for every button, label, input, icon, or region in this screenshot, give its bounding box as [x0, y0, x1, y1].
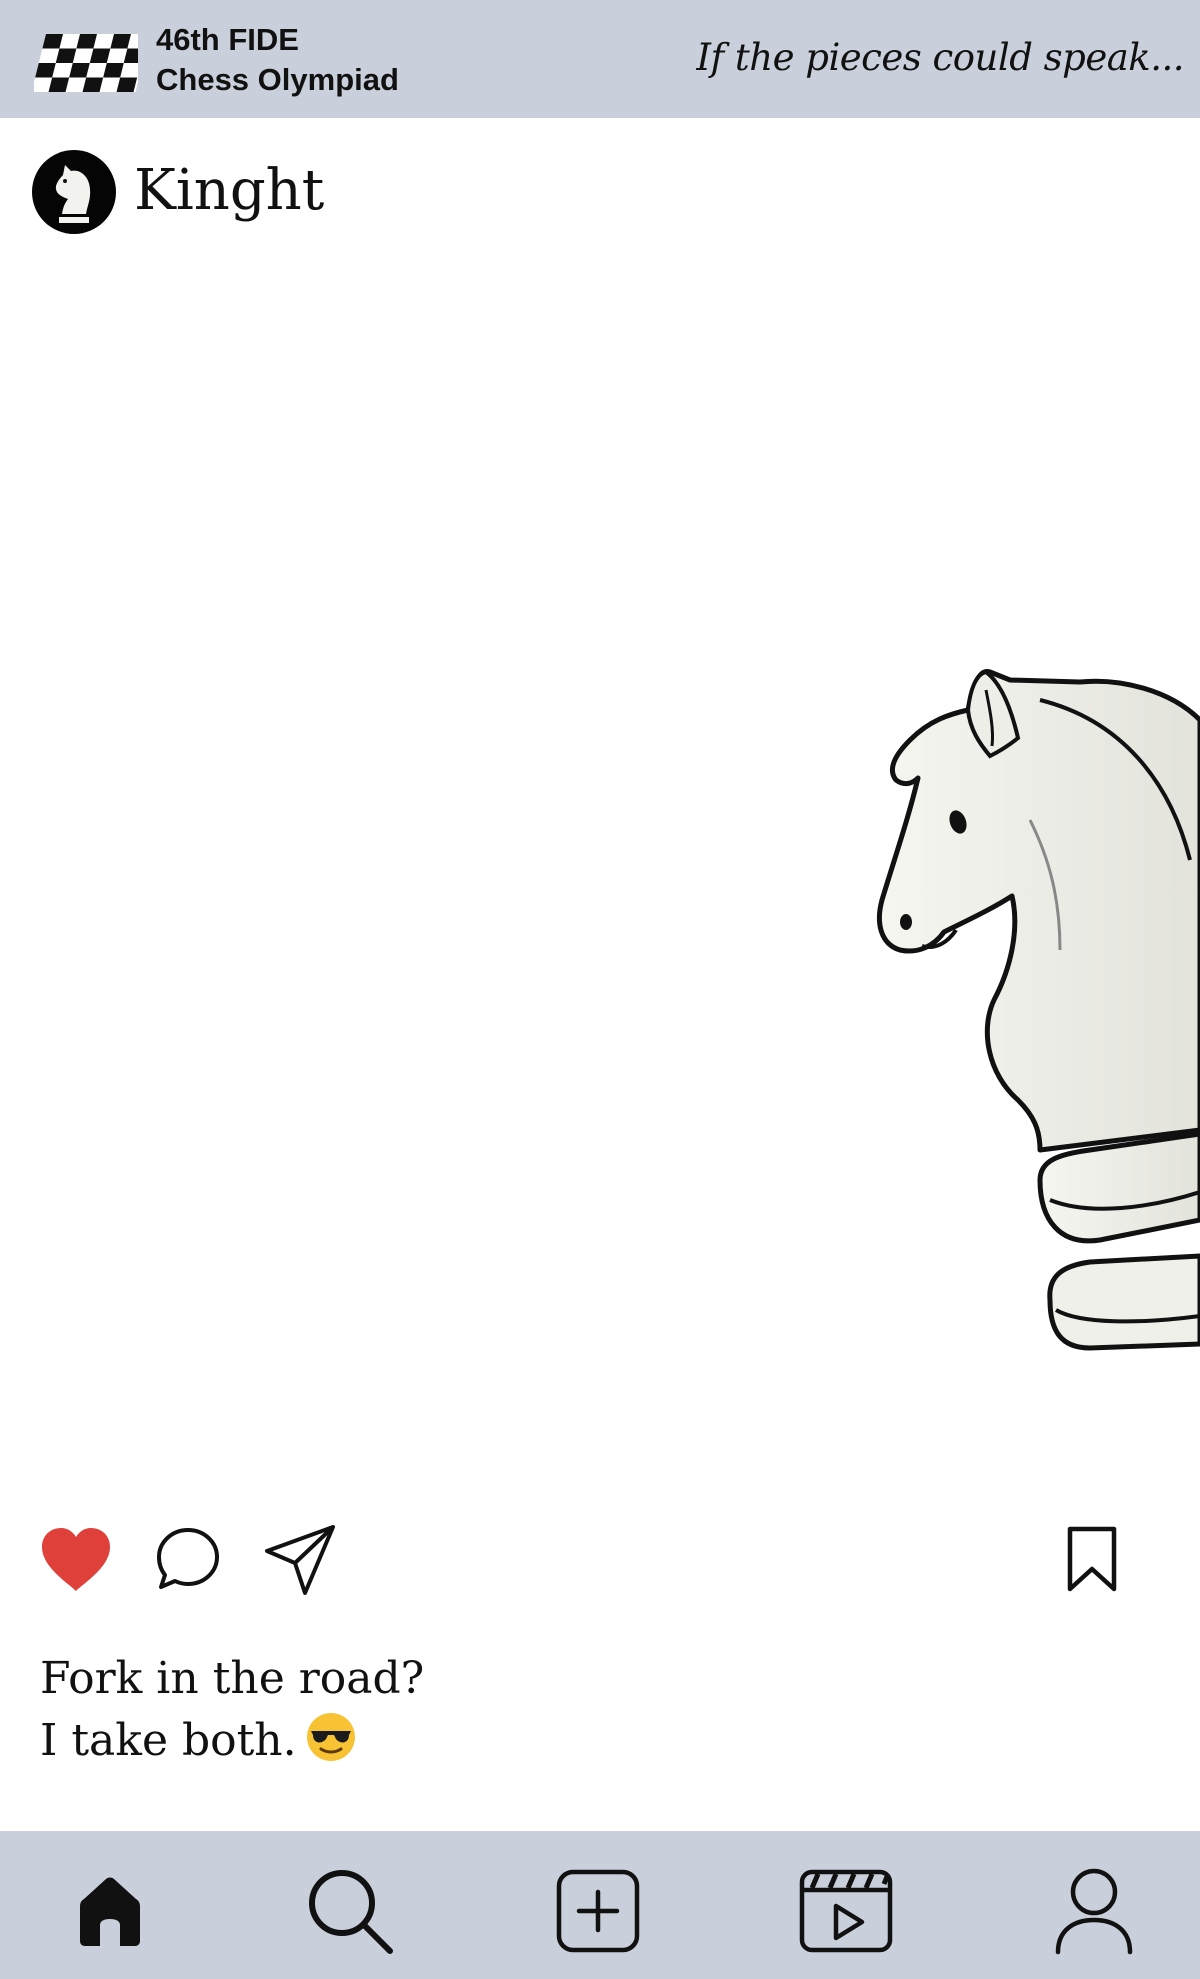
send-icon: [265, 1525, 335, 1595]
heart-icon: [42, 1528, 110, 1591]
home-icon: [80, 1877, 140, 1946]
knight-illustration: [877, 669, 1200, 1351]
username[interactable]: Kinght: [134, 158, 324, 223]
nav-create[interactable]: [548, 1861, 648, 1961]
bookmark-icon: [1067, 1526, 1117, 1592]
event-title-line2: Chess Olympiad: [156, 62, 399, 97]
checkered-flag-icon: [34, 34, 138, 92]
nav-home[interactable]: [60, 1861, 160, 1961]
caption-line1: Fork in the road?: [40, 1653, 425, 1704]
save-button[interactable]: [1052, 1520, 1132, 1600]
share-button[interactable]: [260, 1520, 340, 1600]
bottom-nav: [0, 1831, 1200, 1979]
nav-reels[interactable]: [796, 1861, 896, 1961]
avatar[interactable]: [32, 150, 116, 234]
event-title-line1: 46th FIDE: [156, 22, 299, 57]
post-actions: [0, 1520, 1200, 1610]
event-title: 46th FIDE Chess Olympiad: [156, 20, 399, 100]
post-header: Kinght: [32, 150, 632, 234]
caption-line2: I take both.: [40, 1710, 424, 1772]
profile-icon: [1055, 1868, 1133, 1955]
nav-search[interactable]: [300, 1861, 400, 1961]
nav-profile[interactable]: [1044, 1861, 1144, 1961]
reels-icon: [799, 1869, 893, 1953]
post-caption: Fork in the road? I take both.: [40, 1648, 424, 1772]
add-post-icon: [556, 1869, 640, 1953]
caption-line2-text: I take both.: [40, 1715, 297, 1766]
comment-button[interactable]: [148, 1520, 228, 1600]
sunglasses-emoji-icon: [306, 1713, 355, 1761]
top-bar: 46th FIDE Chess Olympiad If the pieces c…: [0, 0, 1200, 118]
white-knight-avatar-icon: [55, 165, 91, 223]
search-icon: [309, 1870, 393, 1954]
tagline: If the pieces could speak...: [696, 36, 1184, 79]
like-button[interactable]: [36, 1520, 116, 1600]
comment-icon: [157, 1528, 219, 1589]
